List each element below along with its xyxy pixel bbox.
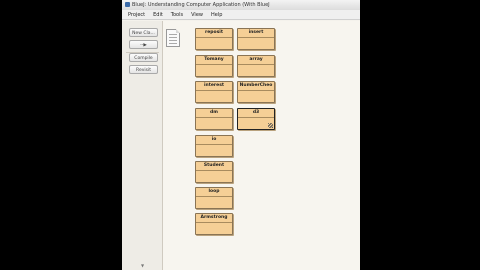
bluej-app-icon [125, 2, 130, 7]
menu-edit[interactable]: Edit [153, 10, 163, 19]
class-insert[interactable]: insert [237, 28, 275, 50]
chevron-down-icon: ▼ [141, 263, 145, 268]
class-reposit[interactable]: reposit [195, 28, 233, 50]
menu-help[interactable]: Help [211, 10, 222, 19]
class-name: io [196, 136, 232, 145]
sidebar: New Cla... --▶ Compile Revisit ▼ [122, 21, 163, 270]
revisit-button[interactable]: Revisit [129, 65, 158, 74]
bluej-window: BlueJ: Understanding Computer Applicatio… [122, 0, 360, 270]
menu-view[interactable]: View [191, 10, 203, 19]
menu-project[interactable]: Project [128, 10, 145, 19]
class-array[interactable]: array [237, 55, 275, 77]
class-name: Student [196, 162, 232, 171]
readme-document-icon[interactable] [166, 29, 180, 47]
class-tomany[interactable]: Tomany [195, 55, 233, 77]
class-loop[interactable]: loop [195, 187, 233, 209]
class-name: loop [196, 188, 232, 197]
dependency-arrow-button[interactable]: --▶ [129, 40, 158, 49]
class-name: Tomany [196, 56, 232, 65]
class-name: array [238, 56, 274, 65]
class-io[interactable]: io [195, 135, 233, 157]
class-name: insert [238, 29, 274, 38]
class-dm[interactable]: dm [195, 108, 233, 130]
class-interest[interactable]: interest [195, 81, 233, 103]
class-name: dm [196, 109, 232, 118]
resize-handle[interactable] [268, 123, 273, 128]
class-name: interest [196, 82, 232, 91]
new-class-button[interactable]: New Cla... [129, 28, 158, 37]
menu-tools[interactable]: Tools [171, 10, 183, 19]
title-bar: BlueJ: Understanding Computer Applicatio… [122, 0, 360, 10]
class-armstrong[interactable]: Armstrong [195, 213, 233, 235]
menu-bar: Project Edit Tools View Help [122, 10, 360, 20]
class-diagram-canvas[interactable]: reposit insert Tomany array interest Num… [163, 21, 360, 270]
class-d3-selected[interactable]: d3 [237, 108, 275, 130]
compile-button[interactable]: Compile [129, 53, 158, 62]
class-name: NumberCheo [238, 82, 274, 91]
class-student[interactable]: Student [195, 161, 233, 183]
class-name: d3 [238, 109, 274, 118]
window-title: BlueJ: Understanding Computer Applicatio… [132, 2, 270, 8]
class-name: Armstrong [196, 214, 232, 223]
class-numbercheo[interactable]: NumberCheo [237, 81, 275, 103]
class-name: reposit [196, 29, 232, 38]
